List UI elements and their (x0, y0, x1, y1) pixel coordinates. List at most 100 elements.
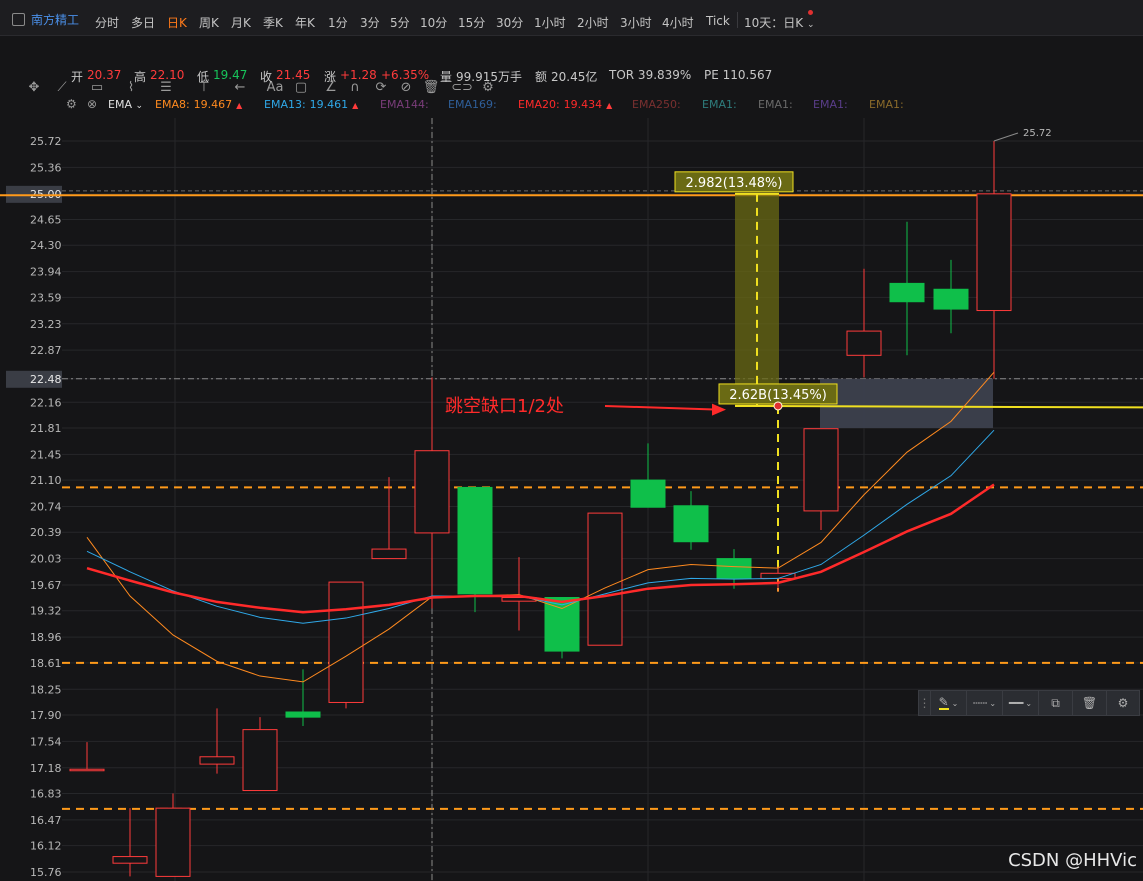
price-tick-label: 17.90 (30, 709, 62, 722)
stock-selector[interactable]: 南方精工 (12, 11, 79, 28)
ema-value: 19.461 (309, 98, 349, 111)
open-value: 20.37 (87, 68, 122, 82)
ema-item: EMA20: 19.434 ▲ (518, 98, 612, 111)
line-width-button[interactable]: ━━ ⌄ (1003, 690, 1039, 716)
tab-timeframe-16[interactable]: 4小时 (662, 14, 694, 31)
ema-label: EMA1: (702, 98, 737, 111)
gear-icon[interactable]: ⚙ (66, 97, 80, 111)
price-tick-label: 17.54 (30, 735, 62, 748)
ema-value: 19.434 (563, 98, 603, 111)
measure-top-label: 2.982(13.48%) (686, 176, 783, 191)
tab-timeframe-2[interactable]: 日K (167, 14, 187, 31)
turnover-rate: TOR 39.839% (609, 68, 692, 82)
price-tick-label: 24.30 (30, 239, 62, 252)
notification-dot (808, 10, 813, 15)
tab-timeframe-4[interactable]: 月K (231, 14, 251, 31)
candle-body (371, 548, 407, 560)
tab-timeframe-3[interactable]: 周K (199, 14, 219, 31)
trendline-icon[interactable]: ⟋ (52, 77, 72, 97)
up-arrow-icon: ▲ (352, 101, 359, 110)
candle-body (673, 505, 709, 543)
price-tick-label: 24.65 (30, 214, 62, 227)
period-select[interactable]: 10天：日K ⌄ (744, 14, 815, 31)
settings-icon[interactable]: ⚙ (1107, 690, 1139, 716)
candle-body (112, 856, 148, 864)
high-marker-line (993, 132, 1019, 142)
price-tick-label: 22.16 (30, 396, 62, 409)
up-arrow-icon: ▲ (606, 101, 613, 110)
price-tick-label: 19.32 (30, 605, 62, 618)
tab-timeframe-10[interactable]: 10分 (420, 14, 447, 31)
ema-label: EMA8: (155, 98, 190, 111)
volume-label: 量 (440, 70, 453, 84)
ema-item: EMA1: (813, 98, 848, 111)
low-label: 低 (197, 70, 210, 84)
tab-timeframe-8[interactable]: 3分 (360, 14, 380, 31)
ema-label: EMA1: (869, 98, 904, 111)
chevron-down-icon: ⌄ (135, 101, 144, 111)
close-icon[interactable]: ⊗ (87, 97, 101, 111)
candlestick-chart[interactable]: 25.7225.3625.0024.6524.3023.9423.5923.23… (0, 118, 1143, 881)
close-label: 收 (260, 70, 273, 84)
price-tick-label: 20.39 (30, 526, 62, 539)
window-icon (12, 13, 25, 26)
tab-timeframe-6[interactable]: 年K (295, 14, 315, 31)
half-gap-line (734, 404, 1143, 409)
trash-icon[interactable]: 🗑 (1073, 690, 1107, 716)
price-tick-label: 22.48 (30, 373, 62, 386)
annotation-text: 跳空缺口1/2处 (445, 396, 564, 417)
candle-body (630, 479, 666, 508)
price-tick-label: 21.10 (30, 474, 62, 487)
tab-timeframe-17[interactable]: Tick (706, 14, 730, 28)
ema-label: EMA13: (264, 98, 306, 111)
amount-value: 20.45亿 (551, 70, 598, 84)
clone-icon[interactable]: ⧉ (1039, 690, 1073, 716)
drag-handle-icon[interactable]: ⋮ (919, 690, 931, 716)
tab-timeframe-5[interactable]: 季K (263, 14, 283, 31)
chevron-down-icon: ⌄ (806, 20, 815, 30)
price-tick-label: 18.96 (30, 631, 62, 644)
price-tick-label: 22.87 (30, 344, 62, 357)
tab-timeframe-12[interactable]: 30分 (496, 14, 523, 31)
tab-timeframe-13[interactable]: 1小时 (534, 14, 566, 31)
line-color-button[interactable]: ✎ ⌄ (931, 690, 967, 716)
price-tick-label: 16.83 (30, 787, 62, 800)
price-tick-label: 16.47 (30, 814, 62, 827)
line-style-button[interactable]: ┄┄ ⌄ (967, 690, 1003, 716)
candle-body (414, 450, 450, 534)
high-value: 22.10 (150, 68, 185, 82)
price-tick-label: 23.59 (30, 291, 62, 304)
price-tick-label: 25.72 (30, 135, 62, 148)
candle-body (285, 711, 321, 718)
candle-body (716, 558, 752, 579)
candle-body (242, 729, 278, 792)
ema-item: EMA1: (702, 98, 737, 111)
price-tick-label: 20.74 (30, 501, 62, 514)
ema-item: EMA169: (448, 98, 497, 111)
anchor-point (773, 401, 783, 411)
tab-timeframe-15[interactable]: 3小时 (620, 14, 652, 31)
price-tick-label: 23.94 (30, 266, 62, 279)
low-value: 19.47 (213, 68, 248, 82)
up-arrow-icon: ▲ (236, 101, 243, 110)
tab-timeframe-11[interactable]: 15分 (458, 14, 485, 31)
change-pct: +6.35% (381, 68, 430, 82)
tab-timeframe-9[interactable]: 5分 (390, 14, 410, 31)
tab-timeframe-7[interactable]: 1分 (328, 14, 348, 31)
ema-label: EMA20: (518, 98, 560, 111)
ema-item: EMA13: 19.461 ▲ (264, 98, 358, 111)
ema-indicator-name[interactable]: EMA ⌄ (108, 98, 143, 111)
crosshair-icon[interactable]: ✥ (24, 77, 44, 97)
tab-timeframe-14[interactable]: 2小时 (577, 14, 609, 31)
pe-ratio: PE 110.567 (704, 68, 773, 82)
ema-label: EMA1: (813, 98, 848, 111)
close-value: 21.45 (276, 68, 311, 82)
price-tick-label: 21.81 (30, 422, 62, 435)
divider (737, 12, 738, 28)
tab-timeframe-0[interactable]: 分时 (95, 14, 119, 31)
tab-timeframe-1[interactable]: 多日 (131, 14, 155, 31)
stock-name: 南方精工 (31, 13, 80, 27)
chevron-down-icon: ⌄ (951, 698, 959, 708)
volume-value: 99.915万手 (456, 70, 522, 84)
candle-body (155, 807, 191, 877)
